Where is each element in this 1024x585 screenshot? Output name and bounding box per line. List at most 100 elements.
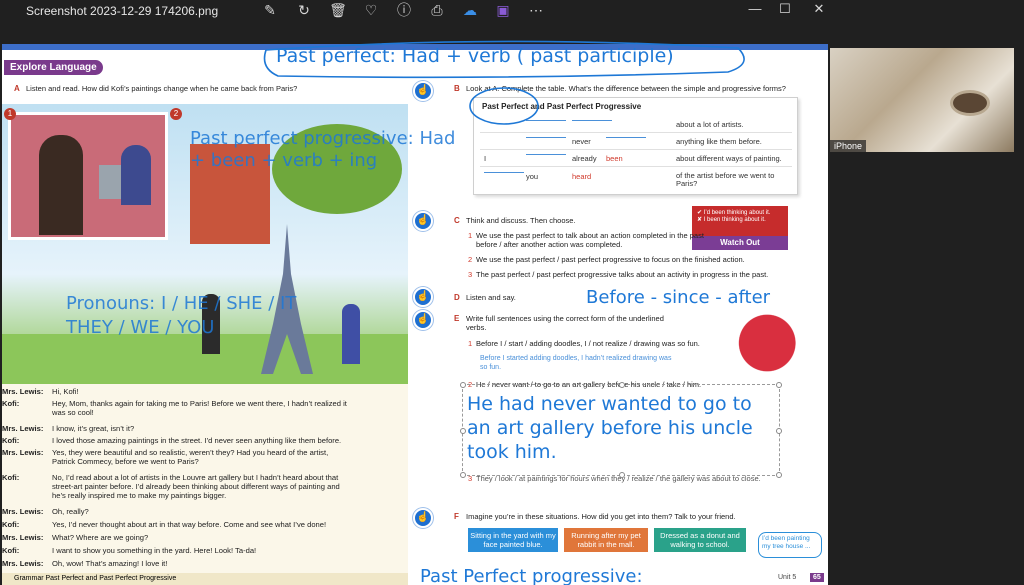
- line-text: I know, it’s great, isn’t it?: [52, 424, 135, 433]
- speaker: Kofi:: [2, 520, 20, 529]
- title-bar: Screenshot 2023-12-29 174206.png ✎ ↻ 🗑 ♡…: [0, 0, 1024, 44]
- section-c-letter: C: [454, 216, 460, 225]
- speech-bubble: I’d been painting my tree house ...: [758, 532, 822, 558]
- line-text: I loved those amazing paintings in the s…: [52, 436, 342, 445]
- blank[interactable]: [526, 137, 566, 138]
- print-icon[interactable]: ⎙: [426, 0, 448, 20]
- info-icon[interactable]: ⓘ: [393, 0, 415, 20]
- panel-number-1: 1: [4, 108, 16, 120]
- resize-handle[interactable]: [776, 472, 782, 478]
- textbook-page: Explore Language A Listen and read. How …: [2, 44, 828, 585]
- onedrive-icon[interactable]: ☁: [459, 0, 481, 20]
- section-f-letter: F: [454, 512, 459, 521]
- clipchamp-icon[interactable]: ▣: [492, 0, 514, 20]
- typed-answer-line: He had never wanted to go to: [467, 393, 752, 415]
- rotate-icon[interactable]: ↻: [293, 0, 315, 20]
- cell: about different ways of painting.: [676, 154, 782, 163]
- close-button[interactable]: ✕: [804, 0, 834, 20]
- kofi-figure: [121, 145, 151, 205]
- more-icon[interactable]: ⋯: [525, 0, 547, 20]
- cell: of the artist before we went to Paris?: [676, 171, 775, 188]
- resize-handle[interactable]: [619, 472, 625, 478]
- annotation-past-perfect: Past perfect: Had + verb ( past particip…: [276, 45, 674, 67]
- section-a-letter: A: [14, 84, 20, 93]
- cell: never: [572, 137, 591, 146]
- speaker: Kofi:: [2, 399, 20, 408]
- mom-figure: [39, 135, 83, 235]
- photos-app-window: Screenshot 2023-12-29 174206.png ✎ ↻ 🗑 ♡…: [0, 0, 1024, 585]
- section-c-text: Think and discuss. Then choose.: [466, 216, 576, 225]
- blank[interactable]: [606, 137, 646, 138]
- resize-handle[interactable]: [619, 382, 625, 388]
- answer-text-box[interactable]: He had never wanted to go to an art gall…: [460, 382, 782, 478]
- video-preview[interactable]: iPhone: [830, 48, 1014, 152]
- section-d-letter: D: [454, 293, 460, 302]
- watch-out-title: Watch Out: [692, 236, 788, 250]
- write-icon[interactable]: ☝: [413, 310, 433, 330]
- favorite-icon[interactable]: ♡: [360, 0, 382, 20]
- section-c-item: We use the past perfect to talk about an…: [476, 231, 704, 249]
- cell: you: [526, 172, 539, 181]
- listen-icon[interactable]: ☝: [413, 287, 433, 307]
- typed-answer-line: an art gallery before his uncle: [467, 417, 753, 439]
- audio-icon[interactable]: ☝: [413, 81, 433, 101]
- speaker: Kofi:: [2, 473, 20, 482]
- item-number: 3: [468, 270, 473, 279]
- annotation-ppp-line1: Past perfect progressive: Had: [190, 128, 456, 149]
- resize-handle[interactable]: [460, 428, 466, 434]
- line-text: Oh, wow! That’s amazing! I love it!: [52, 559, 168, 568]
- cell: about a lot of artists.: [676, 120, 744, 129]
- item-number: 2: [468, 255, 473, 264]
- section-c-item: The past perfect / past perfect progress…: [476, 270, 769, 279]
- watch-out-line: ✔ I’d been thinking about it.: [697, 210, 771, 216]
- speaker: Mrs. Lewis:: [2, 424, 44, 433]
- section-f-text: Imagine you’re in these situations. How …: [466, 512, 736, 521]
- annotation-pronouns-line2: THEY / WE / YOU: [66, 317, 215, 338]
- table-row: I already been about different ways of p…: [480, 150, 792, 167]
- cell: anything like them before.: [676, 137, 762, 146]
- ink-circle: [469, 87, 539, 125]
- blank[interactable]: [484, 172, 524, 173]
- speaker: Kofi:: [2, 546, 20, 555]
- delete-icon[interactable]: 🗑: [327, 0, 349, 20]
- speaker: Mrs. Lewis:: [2, 559, 44, 568]
- situation-card: Dressed as a donut and walking to school…: [654, 528, 746, 552]
- talk-icon[interactable]: ☝: [413, 508, 433, 528]
- section-e-item: Before I / start / adding doodles, I / n…: [476, 339, 700, 348]
- discuss-icon[interactable]: ☝: [413, 211, 433, 231]
- maximize-button[interactable]: ☐: [770, 0, 800, 20]
- line-text: No, I’d read about a lot of artists in t…: [52, 473, 340, 500]
- resize-handle[interactable]: [460, 472, 466, 478]
- video-object: [950, 90, 990, 116]
- situation-card: Sitting in the yard with my face painted…: [468, 528, 558, 552]
- annotation-bottom: Past Perfect progressive:: [420, 566, 643, 585]
- blank[interactable]: [526, 154, 566, 155]
- speaker: Mrs. Lewis:: [2, 387, 44, 396]
- window-title: Screenshot 2023-12-29 174206.png: [26, 4, 219, 18]
- speaker: Kofi:: [2, 436, 20, 445]
- cell: been: [606, 154, 623, 163]
- cell: heard: [572, 172, 592, 181]
- resize-handle[interactable]: [460, 382, 466, 388]
- page-number: 65: [810, 573, 824, 582]
- resize-handle[interactable]: [776, 382, 782, 388]
- kids-illustration: [724, 297, 820, 389]
- annotation-before-since-after: Before - since - after: [586, 287, 771, 308]
- cell: already: [572, 154, 597, 163]
- annotation-pronouns-line1: Pronouns: I / HE / SHE / IT: [66, 293, 297, 314]
- resize-handle[interactable]: [776, 428, 782, 434]
- section-b-letter: B: [454, 84, 460, 93]
- minimize-button[interactable]: —: [740, 0, 770, 20]
- edit-icon[interactable]: ✎: [259, 0, 281, 20]
- table-row: never anything like them before.: [480, 133, 792, 150]
- section-d-text: Listen and say.: [466, 293, 516, 302]
- situation-card: Running after my pet rabbit in the mall.: [564, 528, 648, 552]
- unit-label: Unit 5: [778, 574, 797, 581]
- boy-figure: [342, 304, 360, 364]
- line-text: What? Where are we going?: [52, 533, 149, 542]
- section-a-text: Listen and read. How did Kofi’s painting…: [26, 84, 298, 93]
- blank[interactable]: [572, 120, 612, 121]
- speaker: Mrs. Lewis:: [2, 533, 44, 542]
- line-text: Yes, they were beautiful and so realisti…: [52, 448, 329, 466]
- watch-out-line: ✘ I been thinking about it.: [697, 217, 766, 223]
